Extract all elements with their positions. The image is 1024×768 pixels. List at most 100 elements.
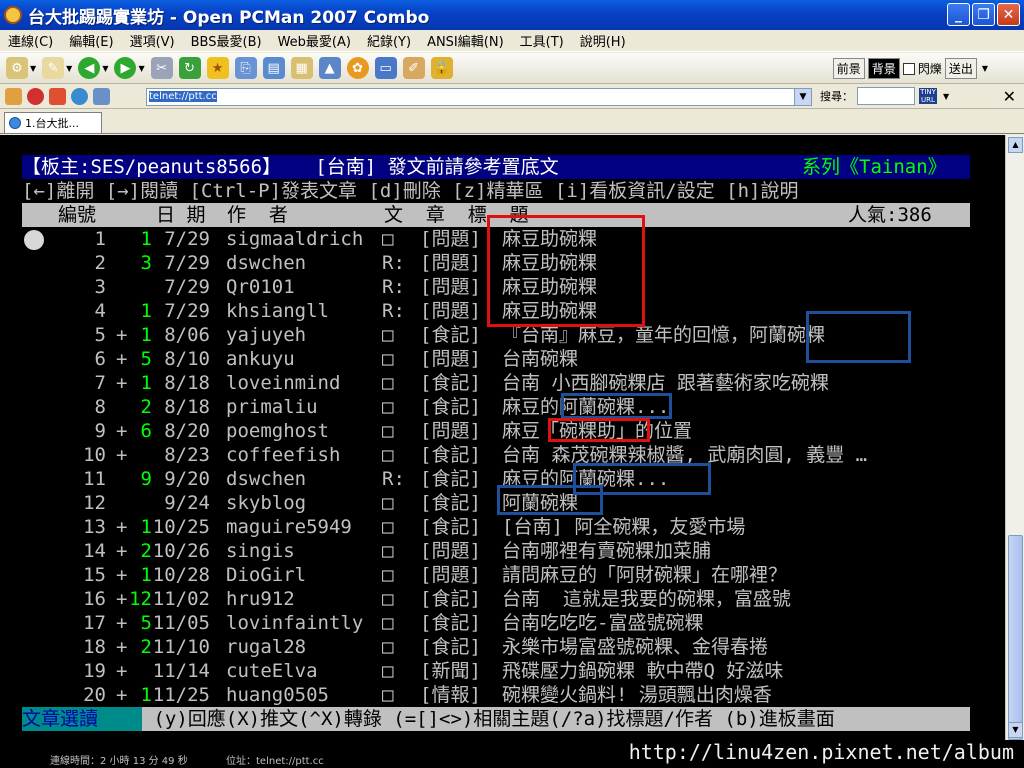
app-icon[interactable]	[4, 6, 22, 24]
window-icon[interactable]: ▭	[374, 57, 397, 79]
post-row[interactable]: 13 +1 10/25 maguire5949 □ [食記] [台南] 阿全碗粿，友愛市場	[0, 515, 1005, 539]
post-row[interactable]: 12 9/24 skyblog □ [食記] 阿蘭碗粿	[0, 491, 1005, 515]
send-dropdown-icon[interactable]: ▼	[982, 64, 988, 73]
clipboard-icon[interactable]: ▦	[290, 57, 313, 79]
post-date: 8/18	[164, 372, 210, 394]
new-icon[interactable]: ✎	[42, 57, 65, 79]
post-category: [食記]	[420, 492, 481, 514]
post-row[interactable]: 6 +5 8/10 ankuyu □ [問題] 台南碗粿	[0, 347, 1005, 371]
post-row[interactable]: 3 7/29 Qr0101 R: [問題] 麻豆助碗粿	[0, 275, 1005, 299]
settings-gear-icon[interactable]: ✿	[346, 57, 369, 79]
post-num: 5	[94, 324, 106, 346]
post-date: 11/05	[152, 612, 210, 634]
dropdown-arrow-icon[interactable]: ▼	[138, 64, 144, 73]
connect-time: 連線時間：2 小時 13 分 49 秒	[50, 756, 188, 767]
scroll-up-icon[interactable]: ▲	[1008, 137, 1023, 153]
post-reply: R:	[382, 276, 405, 298]
menu-bbs-favorites[interactable]: BBS最愛(B)	[183, 31, 270, 50]
minimize-button[interactable]: _	[947, 3, 970, 26]
post-author: ankuyu	[226, 348, 295, 370]
post-row[interactable]: 7 +1 8/18 loveinmind □ [食記] 台南 小西腳碗粿店 跟著藝術家吃碗粿	[0, 371, 1005, 395]
stop-icon[interactable]	[27, 88, 44, 105]
tab-ptt[interactable]: 1.台大批...	[4, 112, 102, 133]
menu-options[interactable]: 選項(V)	[122, 31, 183, 50]
menu-help[interactable]: 說明(H)	[572, 31, 634, 50]
post-row[interactable]: 5 +1 8/06 yajuyeh □ [食記] 『台南』麻豆，童年的回憶，阿蘭碗粿	[0, 323, 1005, 347]
post-row[interactable]: 4 1 7/29 khsiangll R: [問題] 麻豆助碗粿	[0, 299, 1005, 323]
post-row[interactable]: 14 +2 10/26 singis □ [問題] 台南哪裡有賣碗粿加菜脯	[0, 539, 1005, 563]
search-input[interactable]	[857, 87, 915, 105]
connect-icon[interactable]: ⚙	[6, 57, 28, 79]
post-num: 16	[83, 588, 106, 610]
search-dropdown-icon[interactable]: ▼	[943, 92, 949, 101]
menu-log[interactable]: 紀錄(Y)	[359, 31, 419, 50]
post-row[interactable]: 1 1 7/29 sigmaaldrich □ [問題] 麻豆助碗粿	[0, 227, 1005, 251]
close-button[interactable]: ✕	[997, 3, 1020, 26]
menu-web-favorites[interactable]: Web最愛(A)	[270, 31, 359, 50]
post-recommend: 1	[140, 516, 152, 538]
vertical-scrollbar[interactable]: ▲ ▼	[1005, 135, 1024, 740]
post-num: 8	[94, 396, 106, 418]
post-row[interactable]: 20 +1 11/25 huang0505 □ [情報] 碗粿變火鍋料! 湯頭飄出肉燥香	[0, 683, 1005, 707]
menu-edit[interactable]: 編輯(E)	[61, 31, 121, 50]
reconnect-icon[interactable]: ↻	[178, 57, 201, 79]
post-title: 麻豆「碗粿助」的位置	[502, 420, 693, 442]
terminal-screen[interactable]: 【板主:SES/peanuts8566】 [台南] 發文前請參考置底文 系列《T…	[0, 135, 1005, 740]
post-row[interactable]: 11 9 9/20 dswchen R: [食記] 麻豆的阿蘭碗粿...	[0, 467, 1005, 491]
foreground-button[interactable]: 前景	[832, 58, 865, 79]
post-row[interactable]: 10 +8/23 coffeefish □ [食記] 台南 森茂碗粿辣椒醬, 武廟肉圓, …	[0, 443, 1005, 467]
lock-icon[interactable]: 🔒	[430, 57, 453, 79]
menu-ansi-edit[interactable]: ANSI編輯(N)	[419, 31, 512, 50]
post-row[interactable]: 18 +2 11/10 rugal28 □ [食記] 永樂市場富盛號碗粿、金得春捲	[0, 635, 1005, 659]
post-title: 台南哪裡有賣碗粿加菜脯	[502, 540, 712, 562]
address-dropdown-icon[interactable]: ▼	[794, 88, 812, 106]
post-num: 1	[94, 228, 106, 250]
post-row[interactable]: 16 +12 11/02 hru912 □ [食記] 台南 這就是我要的碗粿，富盛號	[0, 587, 1005, 611]
post-num: 6	[94, 348, 106, 370]
post-row[interactable]: 8 2 8/18 primaliu □ [食記] 麻豆的阿蘭碗粿...	[0, 395, 1005, 419]
menu-tools[interactable]: 工具(T)	[512, 31, 572, 50]
windows-icon[interactable]	[93, 88, 110, 105]
close-bar-icon[interactable]: ✕	[1003, 87, 1016, 106]
post-recommend: 1	[140, 372, 152, 394]
address-input[interactable]: telnet://ptt.cc ▼	[146, 88, 812, 106]
post-recommend: 9	[140, 468, 152, 490]
dropdown-arrow-icon[interactable]: ▼	[66, 64, 72, 73]
post-date: 9/20	[164, 468, 210, 490]
post-row[interactable]: 9 +6 8/20 poemghost □ [問題] 麻豆「碗粿助」的位置	[0, 419, 1005, 443]
favorite-star-icon[interactable]: ★	[206, 57, 229, 79]
home-icon[interactable]	[5, 88, 22, 105]
paste-icon[interactable]: ▤	[262, 57, 285, 79]
menu-connection[interactable]: 連線(C)	[0, 31, 61, 50]
post-row[interactable]: 2 3 7/29 dswchen R: [問題] 麻豆助碗粿	[0, 251, 1005, 275]
edit-icon[interactable]: ✐	[402, 57, 425, 79]
globe-icon[interactable]	[71, 88, 88, 105]
scroll-thumb[interactable]	[1008, 535, 1023, 740]
post-row[interactable]: 17 +5 11/05 lovinfaintly □ [食記] 台南吃吃吃-富盛號碗粿	[0, 611, 1005, 635]
post-recommend: 1	[140, 228, 152, 250]
post-num: 11	[83, 468, 106, 490]
tinyurl-icon[interactable]: TINY URL	[919, 88, 937, 104]
title-bar[interactable]: 台大批踢踢實業坊 - Open PCMan 2007 Combo _ ❐ ✕	[0, 0, 1024, 30]
scroll-down-icon[interactable]: ▼	[1008, 722, 1023, 738]
back-icon[interactable]: ◀	[78, 57, 101, 79]
post-recommend: 1	[140, 564, 152, 586]
blink-checkbox[interactable]	[902, 62, 915, 75]
post-num: 9	[94, 420, 106, 442]
background-button[interactable]: 背景	[867, 58, 900, 79]
forward-icon[interactable]: ▶	[114, 57, 137, 79]
post-reply: □	[382, 540, 394, 562]
close-tab-icon[interactable]	[49, 88, 66, 105]
send-button[interactable]: 送出	[944, 58, 977, 79]
post-num: 4	[94, 300, 106, 322]
dropdown-arrow-icon[interactable]: ▼	[102, 64, 108, 73]
maximize-button[interactable]: ❐	[972, 3, 995, 26]
post-row[interactable]: 19 +11/14 cuteElva □ [新聞] 飛碟壓力鍋碗粿 軟中帶Q 好滋味	[0, 659, 1005, 683]
ansi-color-icon[interactable]: ▲	[318, 57, 341, 79]
blink-label: 閃爍	[917, 62, 942, 76]
board-header-text: 【板主:SES/peanuts8566】 [台南] 發文前請參考置底文	[22, 156, 559, 178]
dropdown-arrow-icon[interactable]: ▼	[30, 64, 36, 73]
disconnect-icon[interactable]: ✂	[150, 57, 173, 79]
copy-icon[interactable]: ⎘	[234, 57, 257, 79]
post-row[interactable]: 15 +1 10/28 DioGirl □ [問題] 請問麻豆的「阿財碗粿」在哪裡？	[0, 563, 1005, 587]
